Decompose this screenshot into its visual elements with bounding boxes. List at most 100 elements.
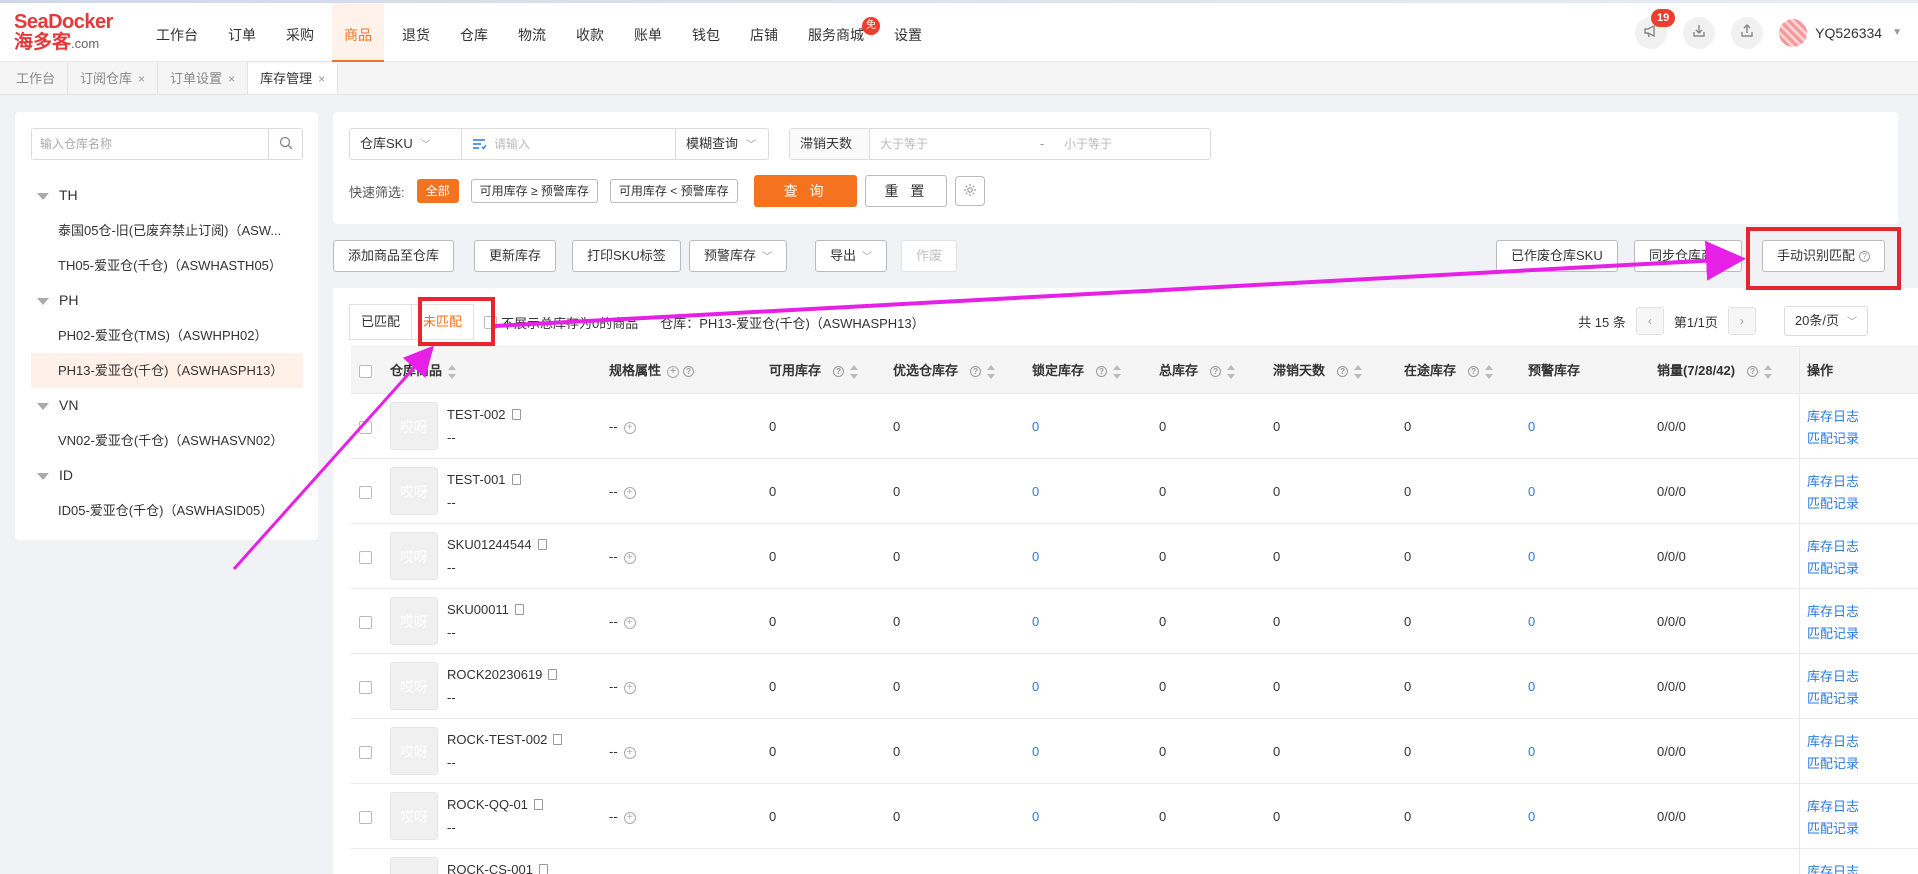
- tree-group-th[interactable]: TH: [15, 178, 318, 213]
- cell-locked[interactable]: 0: [1032, 459, 1039, 524]
- row-checkbox[interactable]: [359, 486, 372, 500]
- tree-item-warehouse[interactable]: PH02-爱亚仓(TMS)（ASWHPH02）: [15, 318, 306, 353]
- void-button[interactable]: 作废: [901, 240, 958, 272]
- cell-warning[interactable]: 0: [1528, 784, 1535, 849]
- add-circle-icon[interactable]: +: [623, 812, 636, 824]
- warehouse-search-input[interactable]: [32, 129, 268, 159]
- sku-code[interactable]: ROCK-QQ-01: [447, 797, 528, 812]
- quick-filter-all[interactable]: 全部: [416, 179, 459, 203]
- menu-item-bills[interactable]: 账单: [622, 3, 674, 62]
- sort-icon[interactable]: [1227, 364, 1236, 379]
- cell-locked[interactable]: 0: [1032, 524, 1039, 589]
- sku-input[interactable]: 请输入: [462, 129, 676, 159]
- sku-code[interactable]: ROCK-TEST-002: [447, 732, 547, 747]
- add-circle-icon[interactable]: +: [623, 487, 636, 499]
- page-size-select[interactable]: 20条/页 ﹀: [1783, 306, 1868, 336]
- copy-icon[interactable]: [511, 409, 521, 420]
- match-log-link[interactable]: 匹配记录: [1807, 493, 1859, 515]
- menu-item-purchase[interactable]: 采购: [274, 3, 326, 62]
- col-preferred[interactable]: 优选仓库存?: [893, 347, 996, 395]
- share-button[interactable]: [1731, 16, 1764, 49]
- cell-locked[interactable]: 0: [1032, 394, 1039, 459]
- menu-item-returns[interactable]: 退货: [390, 3, 442, 62]
- col-product[interactable]: 仓库商品: [390, 347, 457, 395]
- tree-item-warehouse[interactable]: VN02-爱亚仓(千仓)（ASWHASVN02）: [15, 423, 306, 458]
- tab-matched[interactable]: 已匹配: [349, 304, 413, 340]
- tree-item-warehouse[interactable]: TH05-爱亚仓(千仓)（ASWHASTH05）: [15, 248, 306, 283]
- quick-filter-above-warning[interactable]: 可用库存 ≥ 预警库存: [470, 179, 598, 203]
- cell-warning[interactable]: 0: [1528, 394, 1535, 459]
- reset-button[interactable]: 重 置: [865, 175, 948, 207]
- tree-group-ph[interactable]: PH: [15, 283, 318, 318]
- tree-item-warehouse[interactable]: ID05-爱亚仓(千仓)（ASWHASID05）: [15, 493, 306, 528]
- match-log-link[interactable]: 匹配记录: [1807, 818, 1859, 840]
- add-circle-icon[interactable]: +: [667, 366, 680, 378]
- stock-log-link[interactable]: 库存日志: [1807, 731, 1859, 753]
- sku-field-select[interactable]: 仓库SKU ﹀: [350, 129, 462, 159]
- match-log-link[interactable]: 匹配记录: [1807, 558, 1859, 580]
- close-icon[interactable]: ×: [318, 63, 325, 95]
- cell-locked[interactable]: 0: [1032, 589, 1039, 654]
- slow-days-max-input[interactable]: 小于等于: [1054, 129, 1204, 159]
- tree-item-warehouse[interactable]: 泰国05仓-旧(已废弃禁止订阅)（ASW...: [15, 213, 306, 248]
- tree-item-warehouse-selected[interactable]: PH13-爱亚仓(千仓)（ASWHASPH13）: [31, 353, 303, 388]
- cell-warning[interactable]: 0: [1528, 589, 1535, 654]
- voided-sku-button[interactable]: 已作废仓库SKU: [1496, 240, 1618, 272]
- stock-log-link[interactable]: 库存日志: [1807, 796, 1859, 818]
- stock-log-link[interactable]: 库存日志: [1807, 861, 1859, 874]
- export-dropdown[interactable]: 导出 ﹀: [815, 240, 888, 272]
- match-log-link[interactable]: 匹配记录: [1807, 688, 1859, 710]
- sort-icon[interactable]: [448, 364, 457, 379]
- match-log-link[interactable]: 匹配记录: [1807, 428, 1859, 450]
- stock-log-link[interactable]: 库存日志: [1807, 471, 1859, 493]
- sku-code[interactable]: SKU00011: [447, 602, 509, 617]
- cell-warning[interactable]: 0: [1528, 524, 1535, 589]
- add-circle-icon[interactable]: +: [623, 747, 636, 759]
- stock-log-link[interactable]: 库存日志: [1807, 406, 1859, 428]
- update-stock-button[interactable]: 更新库存: [474, 240, 557, 272]
- tab-order-settings[interactable]: 订单设置 ×: [158, 63, 249, 94]
- row-checkbox[interactable]: [359, 551, 372, 565]
- add-circle-icon[interactable]: +: [623, 552, 636, 564]
- sort-icon[interactable]: [1354, 364, 1363, 379]
- sync-products-button[interactable]: 同步仓库商品: [1634, 240, 1743, 272]
- menu-item-settings[interactable]: 设置: [882, 3, 934, 62]
- row-checkbox[interactable]: [359, 746, 372, 760]
- col-slow-days[interactable]: 滞销天数?: [1273, 347, 1363, 395]
- chevron-down-icon[interactable]: ▼: [1892, 27, 1902, 38]
- warehouse-search-button[interactable]: [268, 129, 302, 159]
- copy-icon[interactable]: [533, 799, 543, 810]
- tab-workbench[interactable]: 工作台: [4, 63, 69, 94]
- menu-item-warehouse[interactable]: 仓库: [448, 3, 500, 62]
- match-log-link[interactable]: 匹配记录: [1807, 623, 1859, 645]
- user-name[interactable]: YQ526334: [1815, 25, 1882, 41]
- menu-item-payments[interactable]: 收款: [564, 3, 616, 62]
- menu-item-products[interactable]: 商品: [332, 3, 384, 62]
- sort-icon[interactable]: [1113, 364, 1122, 379]
- copy-icon[interactable]: [537, 539, 547, 550]
- copy-icon[interactable]: [514, 604, 524, 615]
- menu-item-wallet[interactable]: 钱包: [680, 3, 732, 62]
- user-avatar[interactable]: [1779, 18, 1808, 47]
- sku-code[interactable]: TEST-001: [447, 472, 506, 487]
- announcement-button[interactable]: 19: [1635, 8, 1676, 49]
- sku-code[interactable]: SKU01244544: [447, 537, 532, 552]
- cell-warning[interactable]: 0: [1528, 719, 1535, 784]
- copy-icon[interactable]: [538, 864, 548, 874]
- sku-code[interactable]: TEST-002: [447, 407, 506, 422]
- cell-warning[interactable]: 0: [1528, 654, 1535, 719]
- col-locked[interactable]: 锁定库存?: [1032, 347, 1122, 395]
- tree-group-id[interactable]: ID: [15, 458, 318, 493]
- row-checkbox[interactable]: [359, 616, 372, 630]
- match-mode-select[interactable]: 模糊查询 ﹀: [676, 129, 768, 159]
- sort-icon[interactable]: [1485, 364, 1494, 379]
- slow-days-min-input[interactable]: 大于等于: [870, 129, 1040, 159]
- print-sku-label-button[interactable]: 打印SKU标签: [572, 240, 681, 272]
- sort-icon[interactable]: [1764, 364, 1773, 379]
- match-log-link[interactable]: 匹配记录: [1807, 753, 1859, 775]
- cell-locked[interactable]: 0: [1032, 719, 1039, 784]
- sort-icon[interactable]: [987, 364, 996, 379]
- cell-locked[interactable]: 0: [1032, 849, 1039, 874]
- row-checkbox[interactable]: [359, 421, 372, 435]
- menu-item-orders[interactable]: 订单: [216, 3, 268, 62]
